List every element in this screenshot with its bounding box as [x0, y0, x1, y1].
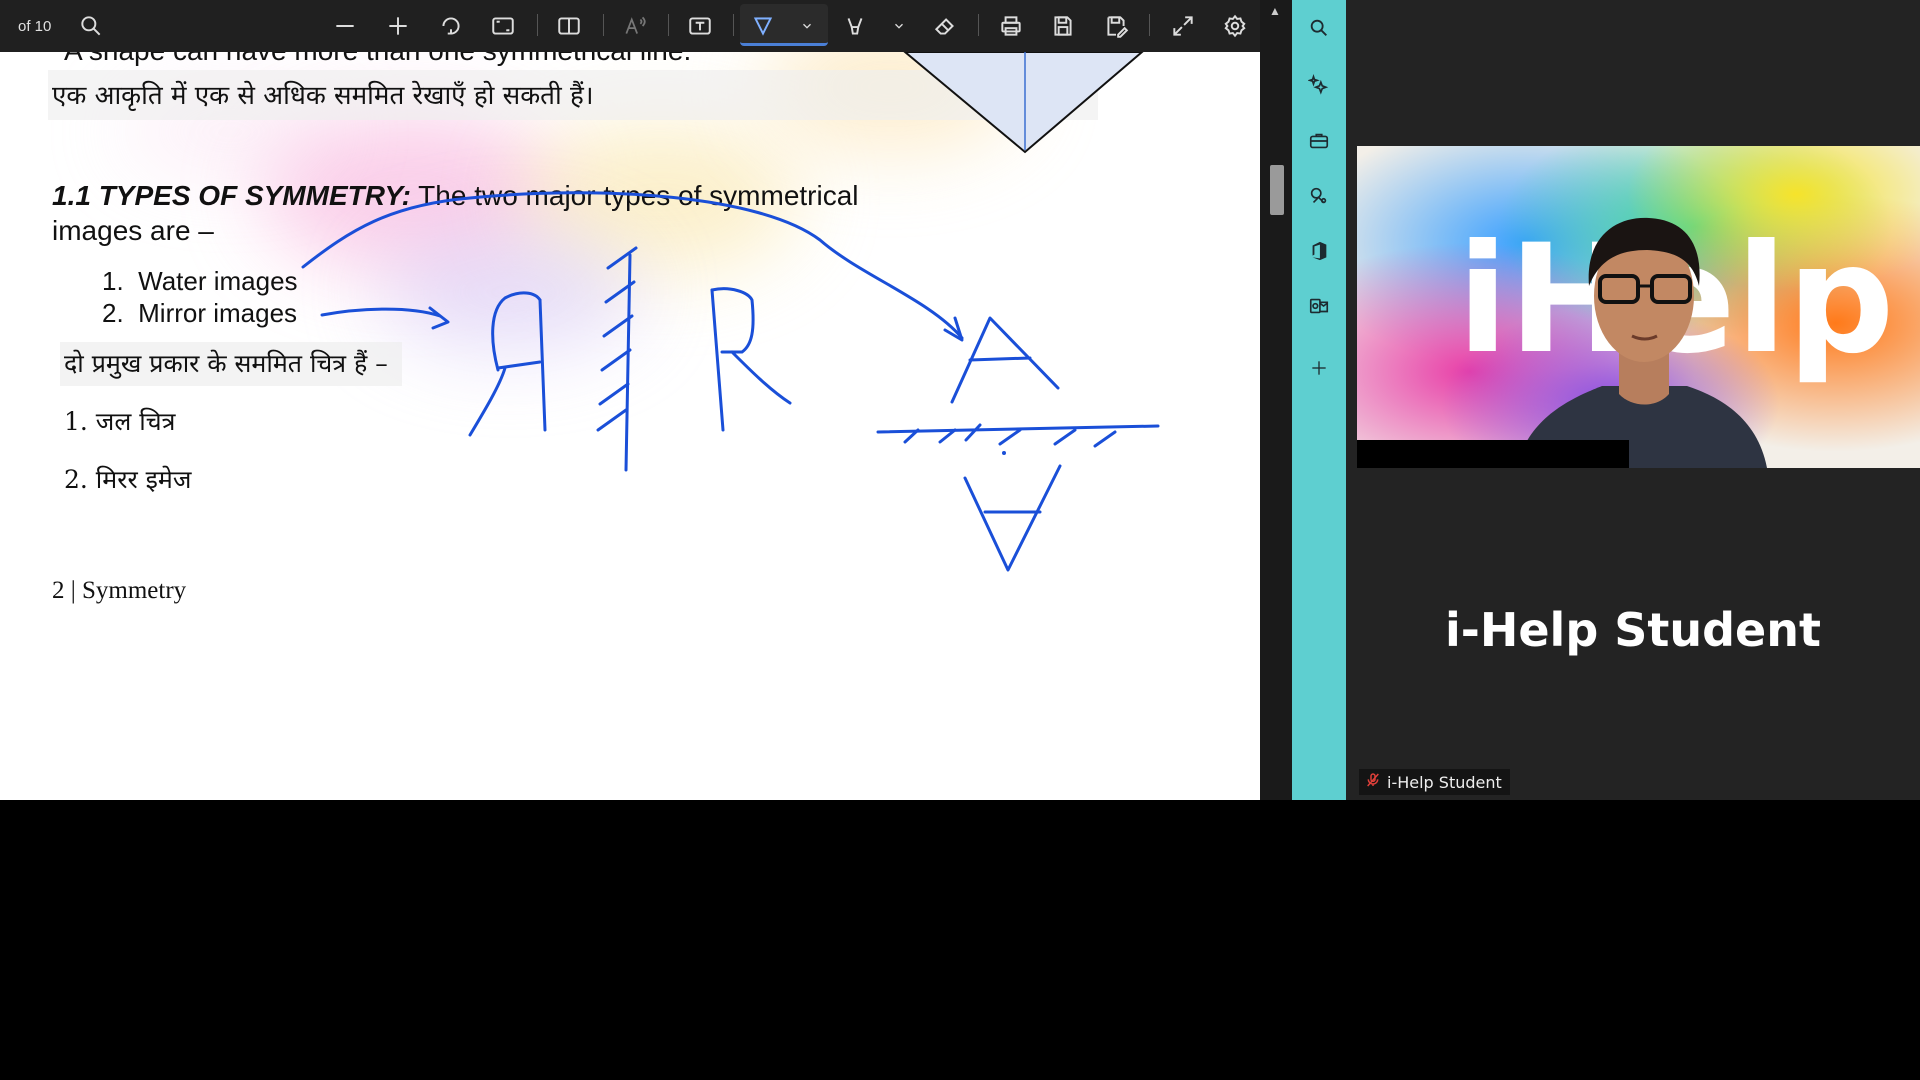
ink-annotations: [301, 52, 1160, 572]
outlook-icon[interactable]: [1305, 292, 1333, 320]
search-icon[interactable]: [78, 10, 104, 42]
mic-muted-icon: [1365, 771, 1381, 793]
browser-sidebar: [1292, 0, 1346, 800]
highlight-icon[interactable]: [842, 10, 868, 42]
fullscreen-icon[interactable]: [1170, 10, 1196, 42]
search-icon[interactable]: [1305, 14, 1333, 42]
zoom-in-icon[interactable]: [385, 10, 411, 42]
camera-overlay-bar: [1357, 440, 1629, 468]
rotate-icon[interactable]: [438, 10, 464, 42]
pdf-viewer: of 10 एक आकृति में एक से अधिक सममित रेखा…: [0, 0, 1260, 800]
participant-name: i-Help Student: [1445, 603, 1821, 657]
office-icon[interactable]: [1305, 237, 1333, 265]
vertical-scrollbar[interactable]: ▲: [1260, 0, 1292, 800]
page-view-icon[interactable]: [556, 10, 582, 42]
settings-icon[interactable]: [1222, 10, 1248, 42]
scrollbar-thumb[interactable]: [1270, 165, 1284, 215]
games-icon[interactable]: [1305, 182, 1333, 210]
copilot-icon[interactable]: [1305, 70, 1333, 98]
participant-label: i-Help Student: [1359, 769, 1510, 795]
save-as-icon[interactable]: [1103, 10, 1129, 42]
add-icon[interactable]: [1305, 354, 1333, 382]
draw-icon[interactable]: [750, 10, 776, 42]
scroll-up-arrow-icon[interactable]: ▲: [1269, 4, 1281, 18]
briefcase-icon[interactable]: [1305, 127, 1333, 155]
read-aloud-icon[interactable]: [622, 10, 648, 42]
chevron-down-icon[interactable]: [892, 10, 906, 42]
text-box-icon[interactable]: [687, 10, 713, 42]
pdf-page[interactable]: A shape can have more than one symmetric…: [0, 52, 1260, 800]
pdf-toolbar: of 10: [0, 0, 1260, 52]
save-icon[interactable]: [1050, 10, 1076, 42]
zoom-out-icon[interactable]: [332, 10, 358, 42]
eraser-icon[interactable]: [932, 10, 958, 42]
participant-label-text: i-Help Student: [1387, 772, 1502, 792]
print-icon[interactable]: [998, 10, 1024, 42]
camera-feed: iHelp: [1357, 146, 1920, 468]
video-panel: iHelp i-Help Student i-Help Student: [1346, 0, 1920, 800]
page-count-label: of 10: [18, 17, 52, 35]
chevron-down-icon[interactable]: [800, 10, 814, 42]
fit-page-icon[interactable]: [490, 10, 516, 42]
